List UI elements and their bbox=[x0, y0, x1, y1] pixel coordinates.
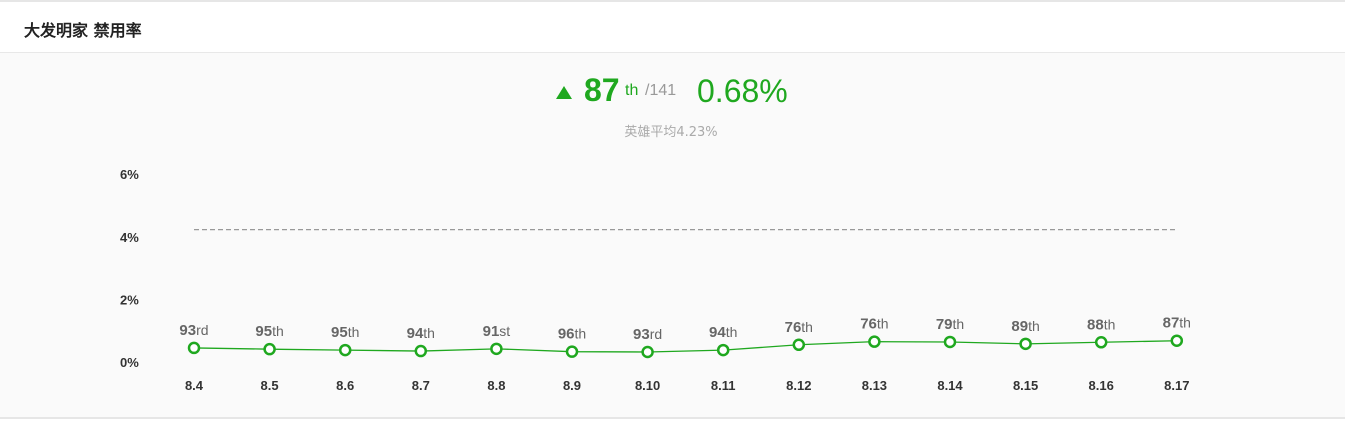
x-tick-label: 8.12 bbox=[786, 378, 811, 393]
rank-label: 87th bbox=[1163, 315, 1191, 332]
rank-label-suffix: th bbox=[726, 324, 738, 340]
x-tick-label: 8.13 bbox=[862, 378, 887, 393]
x-tick-label: 8.5 bbox=[261, 378, 279, 393]
data-point bbox=[792, 338, 806, 352]
data-point bbox=[1094, 336, 1108, 349]
rank-label: 89th bbox=[1011, 318, 1039, 335]
y-tick-label: 6% bbox=[120, 167, 139, 182]
rank-label-suffix: st bbox=[499, 323, 510, 339]
rank-label-number: 89 bbox=[1011, 318, 1028, 335]
rank-label-number: 95 bbox=[331, 324, 348, 341]
rank-label-number: 96 bbox=[558, 326, 575, 343]
rank-label-number: 93 bbox=[179, 322, 196, 339]
y-tick-label: 4% bbox=[120, 230, 139, 245]
rank-label: 76th bbox=[785, 319, 813, 336]
rank-label-number: 76 bbox=[860, 316, 877, 333]
rank-label-suffix: th bbox=[953, 316, 965, 332]
data-point bbox=[490, 342, 503, 356]
rank-label-number: 79 bbox=[936, 316, 953, 333]
rank-label-number: 91 bbox=[483, 323, 500, 340]
x-tick-label: 8.16 bbox=[1089, 378, 1114, 393]
rank-label: 76th bbox=[860, 316, 888, 333]
rank-label: 91st bbox=[483, 323, 511, 340]
rank-label: 93rd bbox=[633, 326, 662, 343]
data-point bbox=[868, 335, 881, 348]
rank-label-number: 76 bbox=[785, 319, 802, 336]
rank-label: 95th bbox=[255, 323, 283, 340]
rank-label-suffix: rd bbox=[196, 322, 208, 338]
y-tick-label: 0% bbox=[120, 355, 139, 370]
data-point bbox=[414, 344, 428, 358]
rank-label-suffix: th bbox=[423, 325, 435, 341]
rank-label-number: 93 bbox=[633, 326, 650, 343]
rank-label-suffix: th bbox=[801, 319, 813, 335]
x-tick-label: 8.9 bbox=[563, 378, 581, 393]
x-tick-label: 8.7 bbox=[412, 378, 430, 393]
y-tick-label: 2% bbox=[120, 292, 139, 307]
x-tick-label: 8.17 bbox=[1164, 378, 1189, 393]
rank-label-number: 95 bbox=[255, 323, 272, 340]
x-tick-label: 8.10 bbox=[635, 378, 660, 393]
x-tick-label: 8.8 bbox=[487, 378, 505, 393]
data-point bbox=[263, 342, 276, 356]
data-point bbox=[943, 335, 957, 349]
rank-label: 95th bbox=[331, 324, 359, 341]
rank-label-suffix: th bbox=[1104, 316, 1116, 332]
x-tick-label: 8.14 bbox=[937, 378, 963, 393]
rank-label: 79th bbox=[936, 316, 964, 333]
rank-label: 96th bbox=[558, 326, 586, 343]
rank-label: 94th bbox=[709, 324, 737, 341]
rank-label-suffix: th bbox=[575, 326, 587, 342]
rank-label-suffix: th bbox=[877, 316, 889, 332]
rank-label-suffix: th bbox=[1028, 318, 1040, 334]
x-tick-label: 8.6 bbox=[336, 378, 354, 393]
data-point bbox=[641, 345, 654, 359]
x-tick-label: 8.15 bbox=[1013, 378, 1038, 393]
rank-label-number: 94 bbox=[407, 325, 424, 342]
data-point bbox=[187, 341, 201, 355]
data-point bbox=[716, 343, 730, 357]
rank-label: 93rd bbox=[179, 322, 208, 339]
rank-label-suffix: th bbox=[348, 324, 360, 340]
rank-label: 88th bbox=[1087, 316, 1115, 333]
data-point bbox=[565, 345, 579, 358]
x-tick-label: 8.11 bbox=[711, 378, 736, 393]
ban-rate-panel: 大发明家 禁用率 87 th /141 0.68% 英雄平均4.23% 0% 2%… bbox=[0, 0, 1345, 419]
rank-label-suffix: th bbox=[1179, 315, 1191, 331]
data-point bbox=[1170, 334, 1184, 347]
rank-label-number: 87 bbox=[1163, 315, 1180, 332]
data-point bbox=[338, 343, 352, 357]
rank-label-suffix: th bbox=[272, 323, 284, 339]
rank-label-suffix: rd bbox=[650, 326, 662, 342]
data-point bbox=[1019, 337, 1032, 351]
ban-rate-chart: 0%2%4%6%93rd8.495th8.595th8.694th8.791st… bbox=[120, 167, 1191, 393]
x-tick-label: 8.4 bbox=[185, 378, 204, 393]
rank-label: 94th bbox=[407, 325, 435, 342]
rank-label-number: 94 bbox=[709, 324, 726, 341]
rank-label-number: 88 bbox=[1087, 316, 1104, 333]
